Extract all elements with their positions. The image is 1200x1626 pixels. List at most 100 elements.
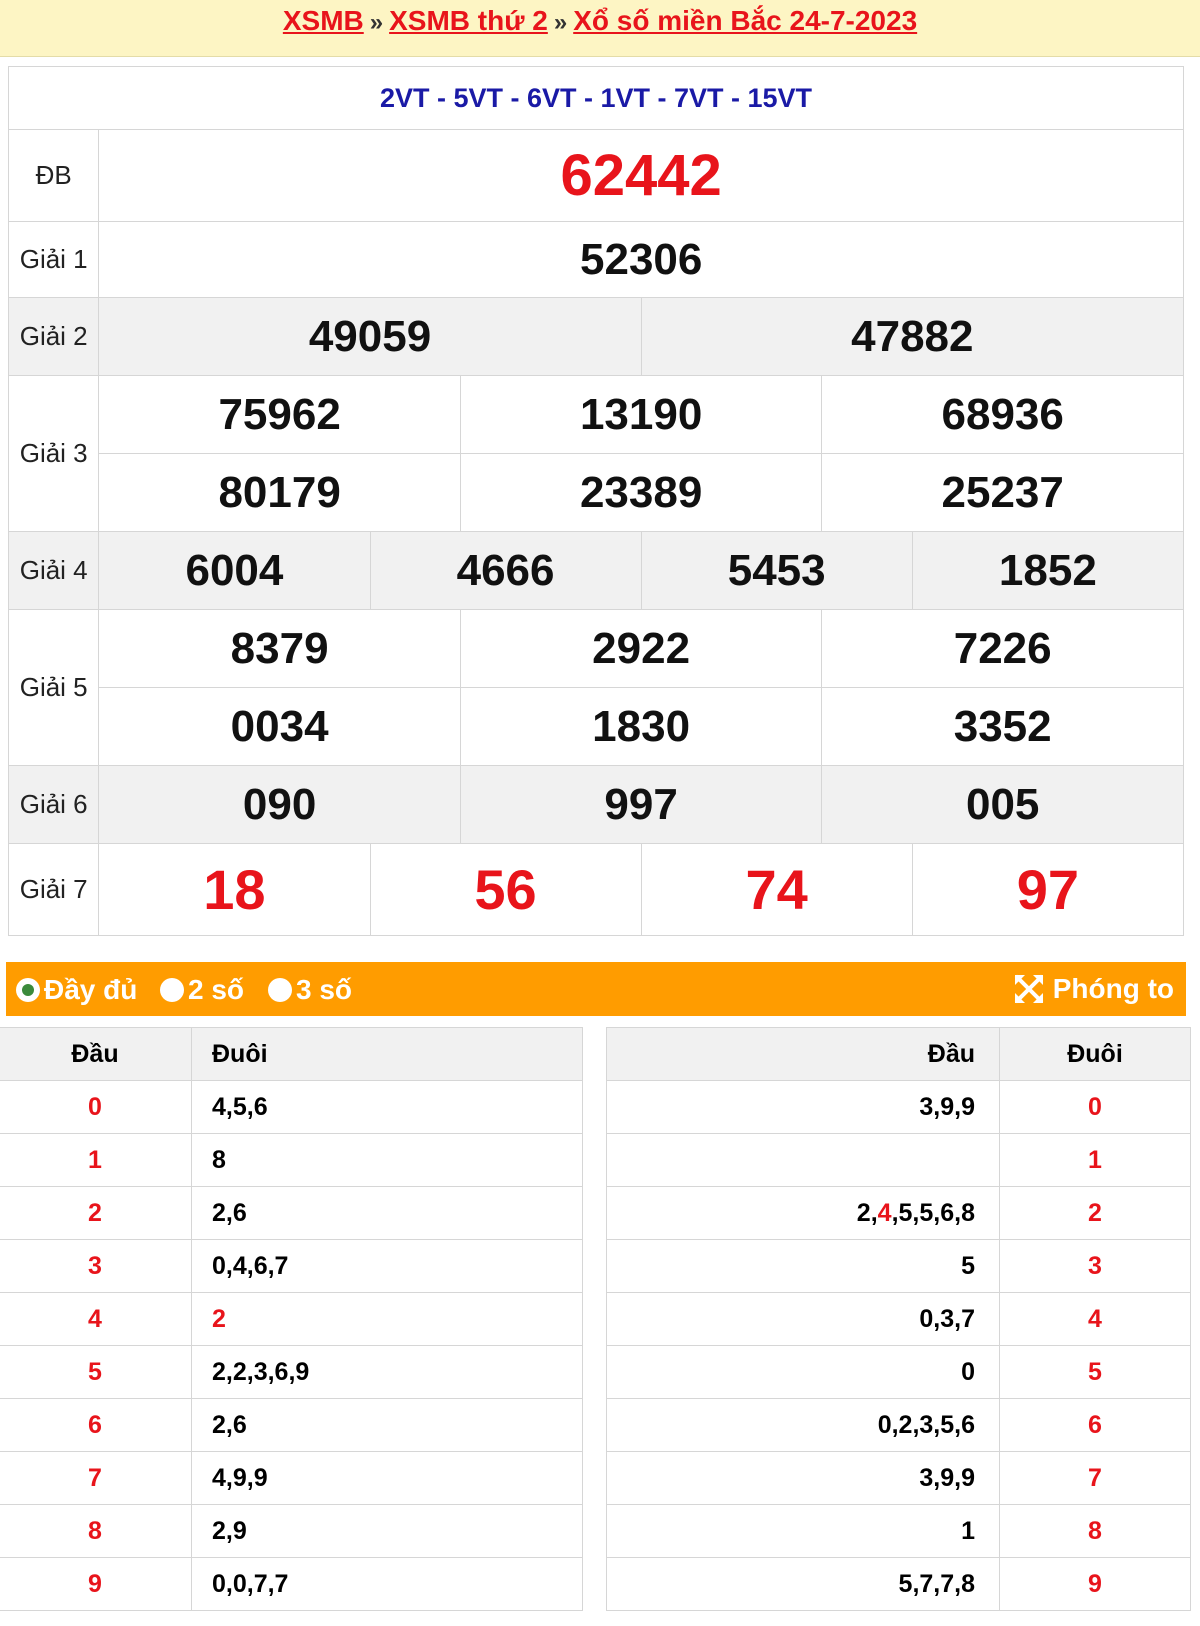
breadcrumb-weekday-link[interactable]: XSMB thứ 2 — [389, 5, 548, 36]
loto-tail-table: Đầu Đuôi 3,9,9 0 1 2,4,5,5,6,8 2 5 3 0,3,7 4 0 5 0,… — [606, 1027, 1191, 1611]
radio-icon[interactable] — [268, 977, 292, 1002]
table-row: 0,3,7 4 — [606, 1292, 1191, 1346]
prize-6-number: 090 — [98, 765, 461, 844]
loto-tail-digit: 3 — [999, 1239, 1191, 1293]
prize-7-number: 74 — [640, 843, 913, 936]
prize-2-number: 49059 — [98, 297, 642, 376]
loto-head-digits: 3,9,9 — [606, 1080, 1000, 1134]
breadcrumb-xsmb-link[interactable]: XSMB — [283, 5, 364, 36]
prize-label: Giải 7 — [7, 843, 100, 936]
col-head-duoi: Đuôi — [999, 1027, 1191, 1081]
loto-head-digit: 1 — [0, 1133, 192, 1187]
zoom-button[interactable]: Phóng to — [1013, 962, 1174, 1016]
loto-tail-digit: 7 — [999, 1451, 1191, 1505]
loto-head-table: Đầu Đuôi 0 4,5,6 1 8 2 2,6 3 0,4,6,7 4 2 5 2,2,3,6,… — [0, 1027, 583, 1611]
table-row: 2,4,5,5,6,8 2 — [606, 1186, 1191, 1240]
loto-head-digit: 3 — [0, 1239, 192, 1293]
prize-7-number: 18 — [98, 843, 371, 936]
loto-tail-digits: 2,6 — [191, 1398, 583, 1452]
prize-1-number: 52306 — [98, 221, 1184, 298]
loto-head-digit: 7 — [0, 1451, 192, 1505]
prize-3-number: 23389 — [459, 453, 823, 532]
option-two-label: 2 số — [188, 974, 245, 1005]
table-row: 3,9,9 0 — [606, 1080, 1191, 1134]
expand-icon — [1014, 974, 1043, 1003]
table-row: 0 4,5,6 — [0, 1080, 583, 1134]
prize-5-number: 7226 — [821, 609, 1184, 688]
table-row: 18 — [0, 1133, 583, 1187]
table-row: 42 — [0, 1292, 583, 1346]
prize-3-number: 68936 — [821, 375, 1184, 454]
prize-4-number: 6004 — [98, 531, 371, 610]
prize-3-number: 25237 — [821, 453, 1184, 532]
option-two-digits[interactable]: 2 số — [160, 962, 244, 1016]
prize-5-number: 3352 — [821, 687, 1184, 766]
table-row: 0,2,3,5,6 6 — [606, 1398, 1191, 1452]
prize-5-number: 0034 — [98, 687, 461, 766]
prize-label: ĐB — [7, 129, 100, 222]
table-row: 3,9,9 7 — [606, 1451, 1191, 1505]
radio-selected-icon[interactable] — [16, 977, 40, 1002]
loto-tail-digits: 4,9,9 — [191, 1451, 583, 1505]
table-row: 18 — [606, 1504, 1191, 1558]
prize-3-number: 13190 — [459, 375, 823, 454]
loto-head-digit: 5 — [0, 1345, 192, 1399]
prize-7-number: 56 — [369, 843, 642, 936]
table-row: 5,7,7,8 9 — [606, 1557, 1191, 1611]
option-full-label: Đầy đủ — [44, 974, 138, 1005]
prize-7-number: 97 — [911, 843, 1185, 936]
col-head-dau: Đầu — [606, 1027, 1000, 1081]
table-row: 7 4,9,9 — [0, 1451, 583, 1505]
option-three-label: 3 số — [296, 974, 353, 1005]
loto-tail-digits: 0,4,6,7 — [191, 1239, 583, 1293]
loto-head-digit: 8 — [0, 1504, 192, 1558]
loto-tail-digits: 8 — [191, 1133, 583, 1187]
breadcrumb-separator: » — [553, 9, 568, 36]
loto-head-digits: 5,7,7,8 — [606, 1557, 1000, 1611]
prize-5-number: 8379 — [98, 609, 461, 688]
loto-head-digits — [606, 1133, 1000, 1187]
loto-tail-digits: 0,0,7,7 — [191, 1557, 583, 1611]
prize-label: Giải 5 — [7, 609, 100, 766]
loto-head-digits: 0,3,7 — [606, 1292, 1000, 1346]
loto-tail-digit: 6 — [999, 1398, 1191, 1452]
loto-tail-digits: 4,5,6 — [191, 1080, 583, 1134]
display-options-bar: Đầy đủ 2 số 3 số Phóng to — [6, 962, 1186, 1016]
radio-icon[interactable] — [160, 977, 184, 1002]
table-row: 9 0,0,7,7 — [0, 1557, 583, 1611]
prize-5-number: 2922 — [459, 609, 823, 688]
loto-tail-digits: 2 — [191, 1292, 583, 1346]
zoom-label: Phóng to — [1052, 973, 1174, 1004]
option-full[interactable]: Đầy đủ — [16, 962, 137, 1016]
loto-tail-digit: 5 — [999, 1345, 1191, 1399]
loto-head-digits: 5 — [606, 1239, 1000, 1293]
table-row: 8 2,9 — [0, 1504, 583, 1558]
loto-tail-digit: 4 — [999, 1292, 1191, 1346]
prize-5-number: 1830 — [459, 687, 823, 766]
breadcrumb: XSMB» XSMB thứ 2» Xổ số miền Bắc 24-7-2023 — [0, 0, 1200, 57]
table-row: 1 — [606, 1133, 1191, 1187]
prize-4-number: 4666 — [369, 531, 642, 610]
loto-head-digit: 6 — [0, 1398, 192, 1452]
loto-tail-digit: 8 — [999, 1504, 1191, 1558]
prize-3-number: 75962 — [98, 375, 461, 454]
loto-head-digits: 1 — [606, 1504, 1000, 1558]
prize-6-number: 997 — [459, 765, 823, 844]
loto-tail-digit: 2 — [999, 1186, 1191, 1240]
table-row: 53 — [606, 1239, 1191, 1293]
loto-digit: 4 — [877, 1198, 892, 1227]
loto-head-digit: 4 — [0, 1292, 192, 1346]
loto-tail-digit: 0 — [999, 1080, 1191, 1134]
ticket-codes: 2VT - 5VT - 6VT - 1VT - 7VT - 15VT — [8, 66, 1184, 130]
loto-tail-digits: 2,9 — [191, 1504, 583, 1558]
option-three-digits[interactable]: 3 số — [268, 962, 352, 1016]
loto-tail-digit: 1 — [999, 1133, 1191, 1187]
col-head-dau: Đầu — [0, 1027, 192, 1081]
prize-label: Giải 1 — [7, 221, 100, 298]
breadcrumb-current-link[interactable]: Xổ số miền Bắc 24-7-2023 — [573, 5, 917, 36]
loto-tail-digits: 2,6 — [191, 1186, 583, 1240]
loto-digit: 8 — [961, 1198, 975, 1227]
table-row: 3 0,4,6,7 — [0, 1239, 583, 1293]
table-row: 5 2,2,3,6,9 — [0, 1345, 583, 1399]
col-head-duoi: Đuôi — [191, 1027, 583, 1081]
